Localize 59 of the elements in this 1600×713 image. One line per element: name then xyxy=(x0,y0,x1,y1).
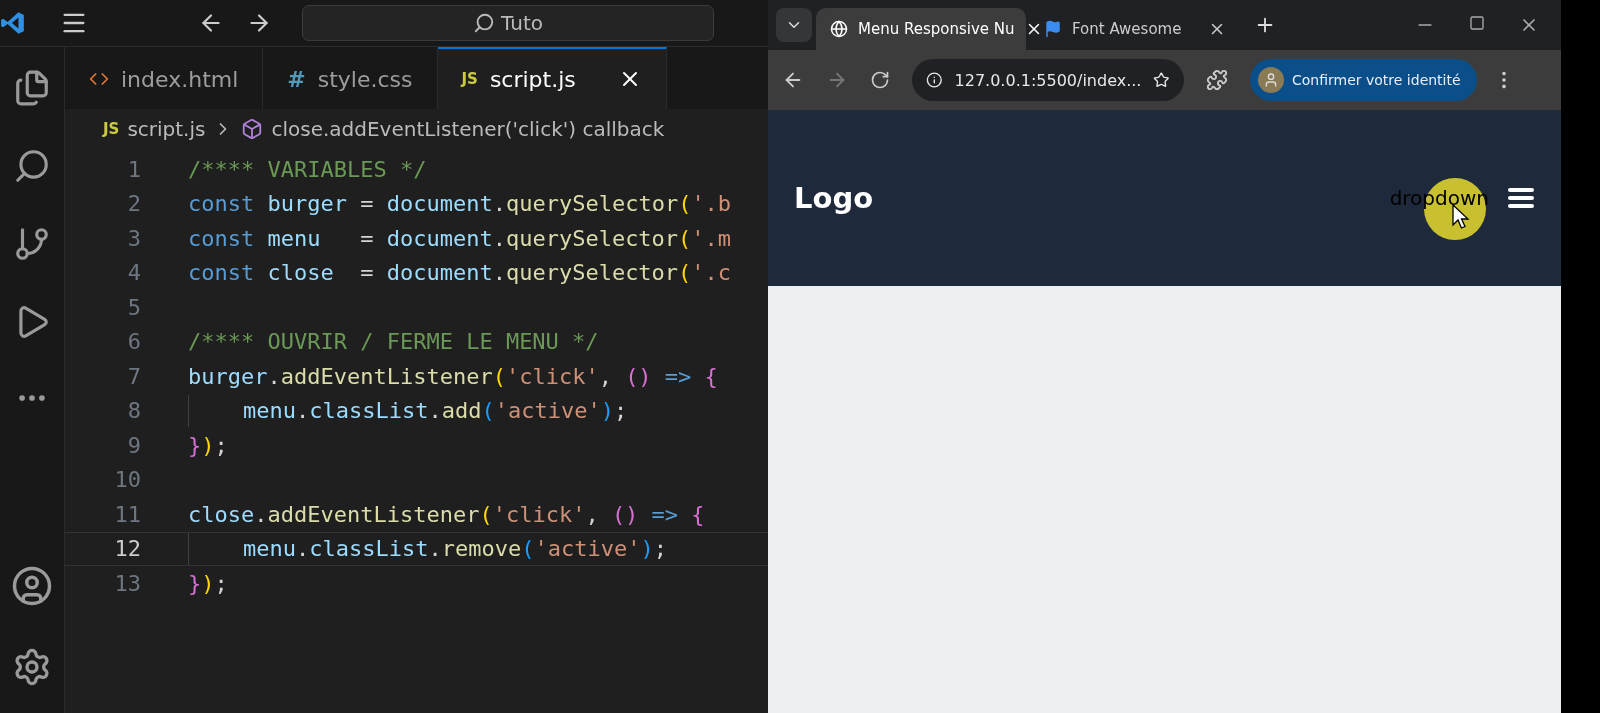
line-number: 13 xyxy=(113,570,141,596)
files-icon[interactable] xyxy=(13,69,51,107)
line-number: 11 xyxy=(113,501,141,527)
app-logo-icon xyxy=(0,10,26,36)
code-line: const close = document.querySelector('.c xyxy=(188,260,732,286)
line-number: 10 xyxy=(113,467,141,493)
line-number: 5 xyxy=(126,294,141,320)
breadcrumb-item[interactable]: close.addEventListener('click') callback xyxy=(271,117,665,141)
code-line: }); xyxy=(188,432,228,458)
browser-tab[interactable]: Font Awesome xyxy=(1030,8,1240,50)
tab-label: style.css xyxy=(317,66,413,92)
settings-icon[interactable] xyxy=(12,647,52,687)
line-number: 2 xyxy=(126,191,141,217)
code-line: menu.classList.add('active'); xyxy=(243,398,628,424)
info-icon xyxy=(926,70,943,90)
maximize-icon[interactable] xyxy=(1469,15,1485,31)
line-number: 9 xyxy=(126,432,141,458)
editor-tab[interactable]: JS script.js xyxy=(437,47,667,109)
search-icon xyxy=(473,12,496,34)
address-bar[interactable]: 127.0.0.1:5500/index... xyxy=(912,59,1184,101)
tab-label: script.js xyxy=(489,66,576,92)
star-icon[interactable] xyxy=(1153,70,1170,90)
file-type-label: JS xyxy=(461,70,478,88)
account-icon[interactable] xyxy=(11,565,53,607)
code-line: burger.addEventListener('click', () => { xyxy=(188,363,718,389)
globe-icon xyxy=(830,20,848,38)
tab-title: Font Awesome xyxy=(1072,20,1183,38)
line-number: 3 xyxy=(126,225,141,251)
code-line: const burger = document.querySelector('.b xyxy=(188,191,732,217)
line-number: 12 xyxy=(113,536,141,562)
tab-label: index.html xyxy=(121,66,239,92)
file-type-label: # xyxy=(287,66,306,92)
search-icon[interactable] xyxy=(13,147,51,185)
line-number: 1 xyxy=(126,156,141,182)
avatar-icon xyxy=(1258,67,1284,93)
code-line: const menu = document.querySelector('.m xyxy=(188,225,732,251)
reload-icon[interactable] xyxy=(870,70,890,90)
code-line: menu.classList.remove('active'); xyxy=(243,536,667,562)
line-number: 7 xyxy=(126,363,141,389)
code-line: /**** VARIABLES */ xyxy=(188,156,427,182)
code-line: close.addEventListener('click', () => { xyxy=(188,501,705,527)
line-number: 6 xyxy=(126,329,141,355)
cube-icon xyxy=(241,118,264,140)
site-logo: Logo xyxy=(794,181,874,215)
tab-title: Menu Responsive Nu xyxy=(858,20,1015,38)
breadcrumb-item[interactable]: script.js xyxy=(127,117,206,141)
line-number: 8 xyxy=(126,398,141,424)
tab-list-button[interactable] xyxy=(776,8,812,42)
hamburger-menu-icon[interactable] xyxy=(1507,186,1535,210)
file-type-label: JS xyxy=(103,120,120,138)
code-line: }); xyxy=(188,570,228,596)
flag-icon xyxy=(1044,20,1062,38)
extensions-icon[interactable] xyxy=(1206,69,1228,91)
line-number: 4 xyxy=(126,260,141,286)
command-search-field[interactable]: Tuto xyxy=(302,5,714,41)
profile-button[interactable]: Confirmer votre identité xyxy=(1250,59,1477,101)
code-line: /**** OUVRIR / FERME LE MENU */ xyxy=(188,329,599,355)
url-text: 127.0.0.1:5500/index... xyxy=(954,70,1142,90)
source-control-icon[interactable] xyxy=(13,225,51,263)
